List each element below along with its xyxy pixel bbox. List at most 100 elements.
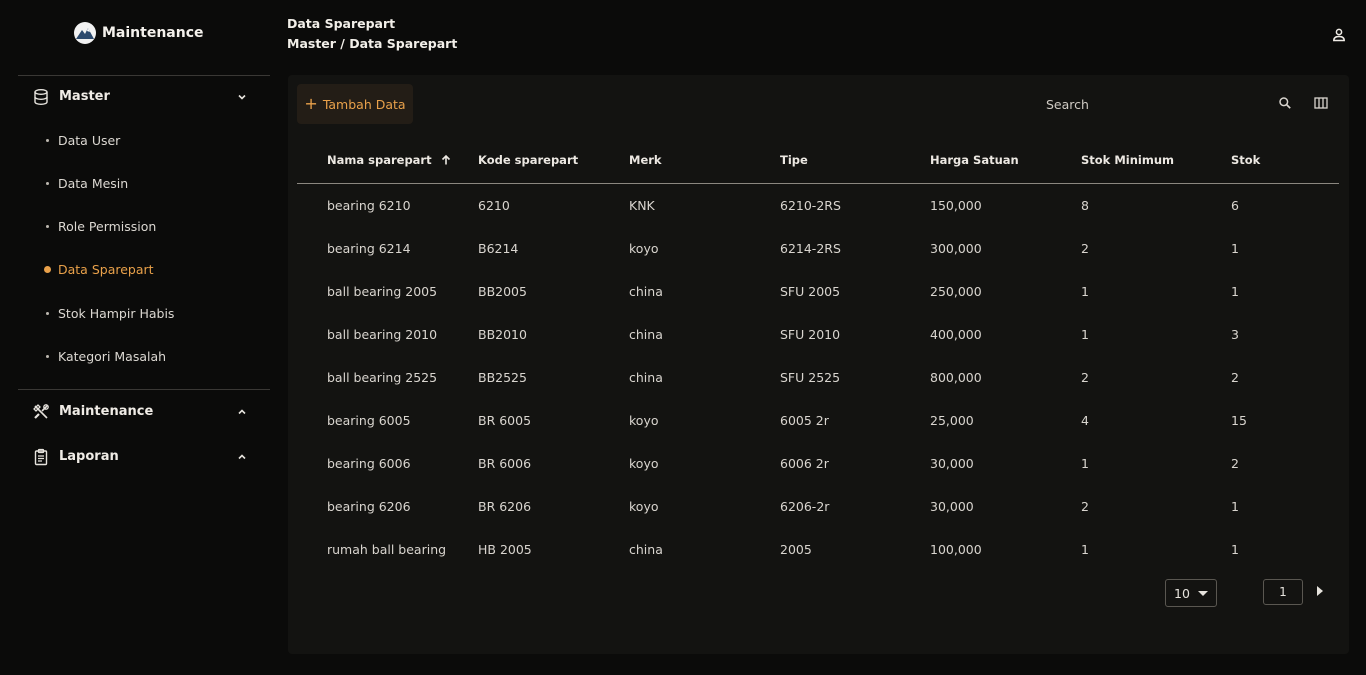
cell-stok: 15 [1231, 413, 1247, 428]
user-account-icon[interactable] [1332, 28, 1346, 42]
column-header-stok-minimum[interactable]: Stok Minimum [1081, 137, 1231, 184]
cell-stok: 1 [1231, 499, 1239, 514]
sidebar-group-master[interactable]: Master [18, 84, 270, 110]
column-header-label: Merk [629, 153, 662, 167]
sidebar-item-kategori-masalah[interactable]: Kategori Masalah [46, 345, 166, 367]
cell-nama: bearing 6006 [327, 456, 411, 471]
database-icon [34, 89, 48, 106]
sidebar-item-label: Stok Hampir Habis [58, 305, 175, 321]
table-row[interactable]: rumah ball bearing HB 2005 china 2005 10… [297, 528, 1339, 571]
column-header-kode-sparepart[interactable]: Kode sparepart [478, 137, 629, 184]
cell-harga: 30,000 [930, 456, 974, 471]
sidebar-item-label: Role Permission [58, 218, 157, 234]
bullet-icon [46, 311, 49, 315]
brand[interactable]: Maintenance [74, 22, 204, 44]
table-row[interactable]: bearing 6210 6210 KNK 6210-2RS 150,000 8… [297, 184, 1339, 228]
cell-nama: bearing 6206 [327, 499, 411, 514]
next-page-icon[interactable] [1317, 586, 1323, 596]
data-table-panel: + Tambah Data Nama sparepart Kode sparep… [288, 75, 1349, 654]
tools-icon [33, 404, 49, 419]
cell-harga: 250,000 [930, 284, 982, 299]
cell-kode: BB2525 [478, 370, 527, 385]
sidebar-item-data-user[interactable]: Data User [46, 129, 120, 151]
cell-harga: 25,000 [930, 413, 974, 428]
table-row[interactable]: bearing 6214 B6214 koyo 6214-2RS 300,000… [297, 227, 1339, 270]
cell-harga: 300,000 [930, 241, 982, 256]
sidebar-divider [18, 75, 270, 76]
cell-stok-minimum: 2 [1081, 499, 1089, 514]
table-row[interactable]: ball bearing 2005 BB2005 china SFU 2005 … [297, 270, 1339, 313]
brand-name: Maintenance [102, 25, 204, 41]
search-icon[interactable] [1278, 96, 1292, 110]
cell-stok: 3 [1231, 327, 1239, 342]
rows-per-page-value: 10 [1174, 585, 1190, 601]
cell-stok-minimum: 4 [1081, 413, 1089, 428]
cell-merk: koyo [629, 241, 659, 256]
cell-tipe: 6210-2RS [780, 198, 841, 213]
sidebar-item-data-sparepart[interactable]: Data Sparepart [44, 258, 154, 280]
cell-merk: china [629, 284, 663, 299]
cell-tipe: 6214-2RS [780, 241, 841, 256]
cell-kode: BR 6206 [478, 499, 532, 514]
search-input[interactable] [1044, 93, 1278, 115]
sidebar-group-label: Maintenance [59, 404, 154, 419]
cell-merk: koyo [629, 456, 659, 471]
column-header-label: Stok [1231, 153, 1261, 167]
column-header-merk[interactable]: Merk [629, 137, 780, 184]
cell-merk: china [629, 370, 663, 385]
cell-harga: 400,000 [930, 327, 982, 342]
active-bullet-icon [44, 265, 51, 273]
cell-stok-minimum: 1 [1081, 456, 1089, 471]
sidebar-item-stok-hampir-habis[interactable]: Stok Hampir Habis [46, 302, 174, 324]
cell-kode: BB2005 [478, 284, 527, 299]
sidebar-group-laporan[interactable]: Laporan [18, 444, 270, 470]
column-header-harga-satuan[interactable]: Harga Satuan [930, 137, 1081, 184]
page-number-input[interactable]: 1 [1263, 579, 1303, 605]
sidebar-item-label: Data Sparepart [58, 261, 154, 277]
bullet-icon [46, 224, 49, 228]
cell-nama: ball bearing 2525 [327, 370, 438, 385]
cell-stok: 2 [1231, 456, 1239, 471]
sparepart-table: Nama sparepart Kode sparepart Merk Tipe … [297, 137, 1339, 571]
cell-tipe: SFU 2010 [780, 327, 841, 342]
cell-stok-minimum: 2 [1081, 241, 1089, 256]
columns-icon[interactable] [1314, 96, 1328, 110]
sidebar-item-label: Kategori Masalah [58, 348, 167, 364]
table-row[interactable]: bearing 6006 BR 6006 koyo 6006 2r 30,000… [297, 442, 1339, 485]
cell-kode: HB 2005 [478, 542, 532, 557]
cell-kode: BR 6006 [478, 456, 532, 471]
column-header-tipe[interactable]: Tipe [780, 137, 930, 184]
bullet-icon [46, 181, 49, 185]
cell-stok-minimum: 2 [1081, 370, 1089, 385]
sidebar-group-label: Master [59, 89, 110, 104]
table-row[interactable]: bearing 6005 BR 6005 koyo 6005 2r 25,000… [297, 399, 1339, 442]
table-row[interactable]: bearing 6206 BR 6206 koyo 6206-2r 30,000… [297, 485, 1339, 528]
column-header-nama-sparepart[interactable]: Nama sparepart [297, 137, 478, 184]
rows-per-page-select[interactable]: 10 [1165, 579, 1217, 607]
cell-tipe: 6006 2r [780, 456, 829, 471]
cell-stok: 1 [1231, 241, 1239, 256]
table-row[interactable]: ball bearing 2010 BB2010 china SFU 2010 … [297, 313, 1339, 356]
cell-tipe: 6005 2r [780, 413, 829, 428]
cell-nama: ball bearing 2010 [327, 327, 438, 342]
cell-nama: bearing 6214 [327, 241, 411, 256]
sort-ascending-icon[interactable] [440, 154, 452, 166]
column-header-label: Nama sparepart [327, 153, 432, 167]
table-row[interactable]: ball bearing 2525 BB2525 china SFU 2525 … [297, 356, 1339, 399]
cell-kode: B6214 [478, 241, 519, 256]
chevron-up-icon [238, 409, 246, 415]
sidebar-item-role-permission[interactable]: Role Permission [46, 215, 156, 237]
column-header-label: Harga Satuan [930, 153, 1019, 167]
sidebar-item-data-mesin[interactable]: Data Mesin [46, 172, 128, 194]
cell-stok: 2 [1231, 370, 1239, 385]
add-data-button[interactable]: + Tambah Data [297, 84, 413, 124]
column-header-stok[interactable]: Stok [1231, 137, 1339, 184]
add-data-label: Tambah Data [322, 96, 406, 112]
sidebar-group-maintenance[interactable]: Maintenance [18, 399, 270, 425]
cell-nama: ball bearing 2005 [327, 284, 438, 299]
chevron-up-icon [238, 454, 246, 460]
cell-merk: koyo [629, 499, 659, 514]
cell-harga: 100,000 [930, 542, 982, 557]
cell-kode: BB2010 [478, 327, 527, 342]
cell-nama: bearing 6210 [327, 198, 411, 213]
